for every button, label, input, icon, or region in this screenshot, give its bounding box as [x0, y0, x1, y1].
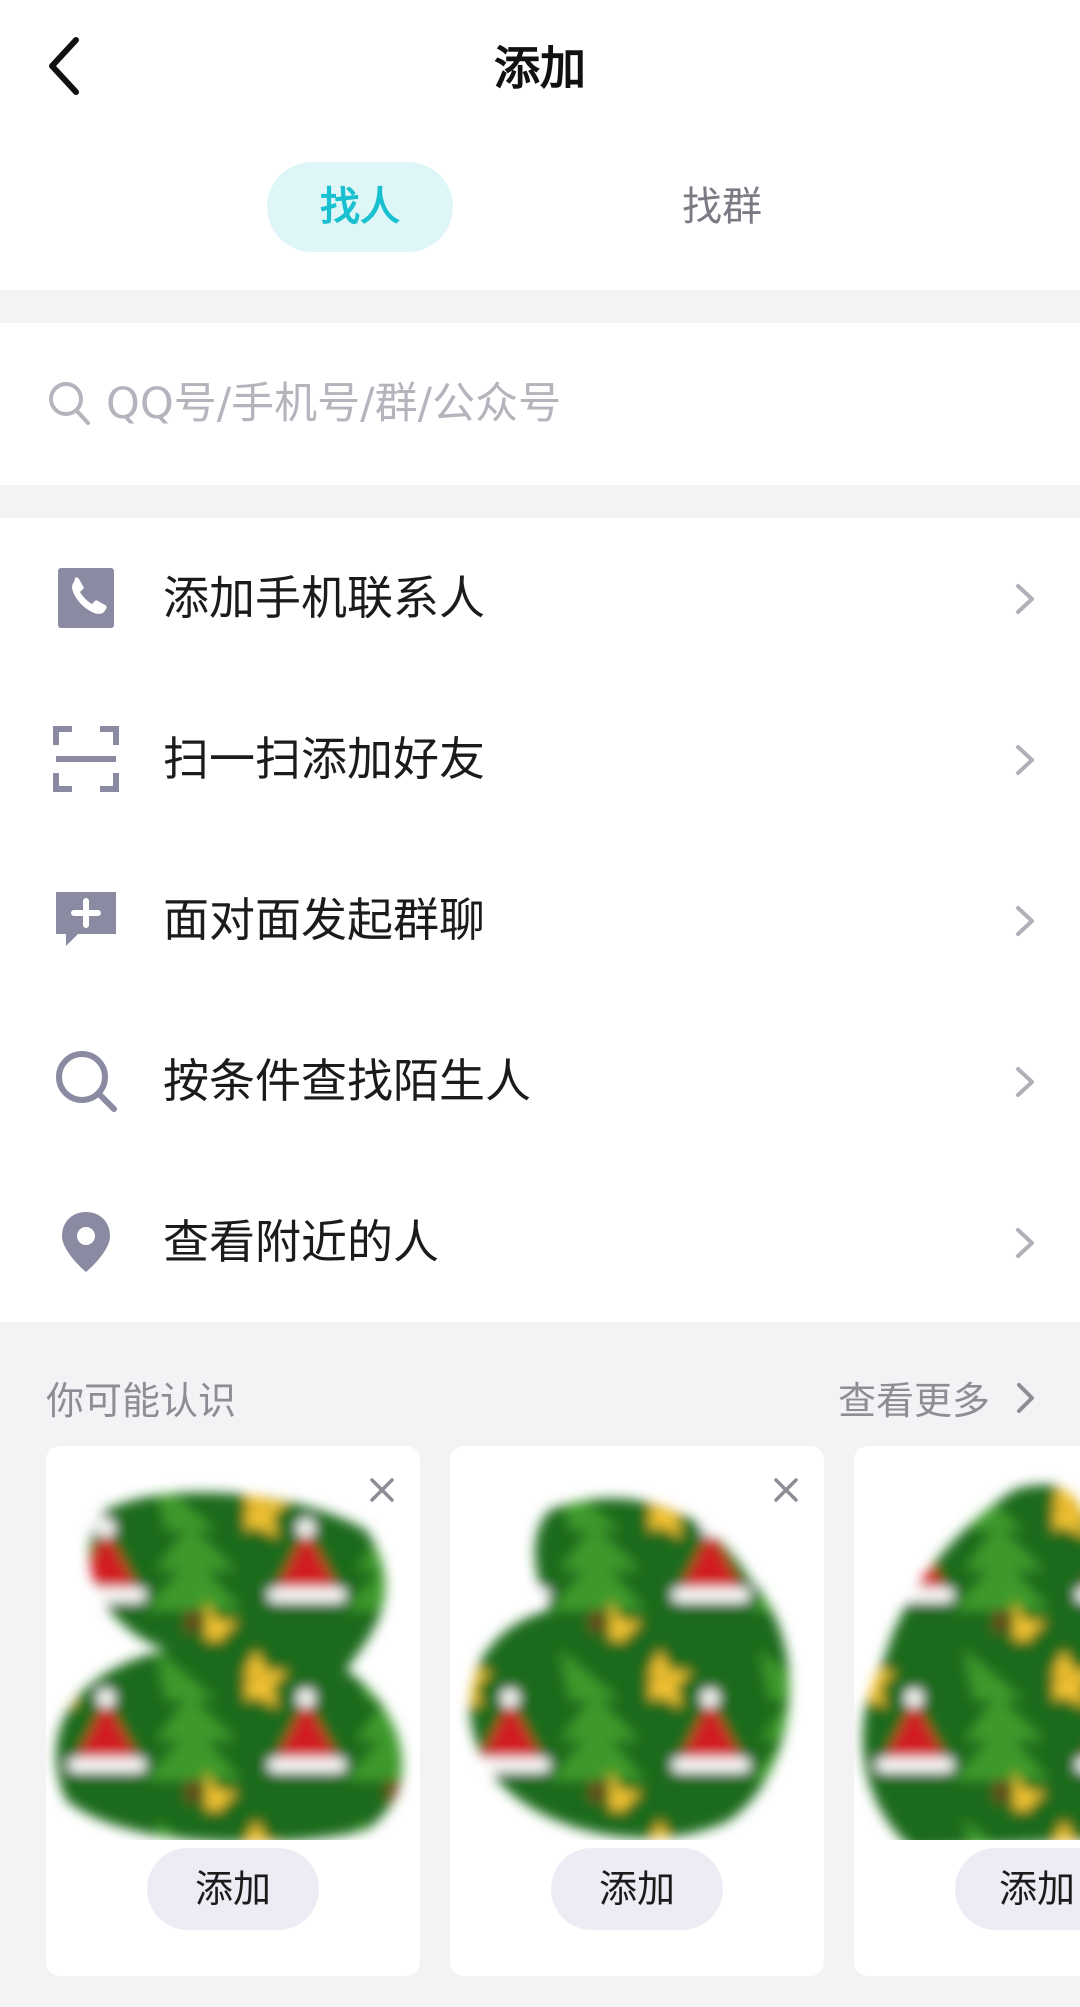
- menu-item-scan-add-friend[interactable]: 扫一扫添加好友: [0, 679, 1080, 840]
- location-pin-icon: [62, 1212, 110, 1272]
- chevron-right-icon: [1016, 745, 1034, 775]
- recommend-card: 添加: [854, 1446, 1080, 1976]
- section-divider: [0, 290, 1080, 323]
- menu-item-label: 查看附近的人: [163, 1215, 439, 1269]
- see-more-link[interactable]: 查看更多: [838, 1370, 990, 1425]
- recommend-card: 添加: [450, 1446, 824, 1976]
- menu-item-label: 添加手机联系人: [163, 571, 485, 625]
- phone-icon: [58, 568, 114, 628]
- search-icon: [49, 382, 90, 425]
- add-button[interactable]: 添加: [147, 1848, 319, 1930]
- menu-item-nearby-people[interactable]: 查看附近的人: [0, 1162, 1080, 1323]
- avatar[interactable]: [854, 1470, 1080, 1840]
- chevron-right-icon: [1016, 1228, 1034, 1258]
- tab-find-person[interactable]: 找人: [267, 162, 453, 252]
- avatar[interactable]: [46, 1470, 420, 1840]
- menu-item-label: 面对面发起群聊: [163, 893, 485, 947]
- tab-find-group[interactable]: 找群: [627, 162, 817, 252]
- scan-icon: [53, 726, 119, 792]
- recommend-title: 你可能认识: [46, 1379, 237, 1423]
- chevron-right-icon: [1016, 906, 1034, 936]
- chevron-right-icon: [1016, 1067, 1034, 1097]
- search-placeholder: QQ号/手机号/群/公众号: [106, 379, 562, 429]
- menu-item-face-to-face-group[interactable]: 面对面发起群聊: [0, 840, 1080, 1001]
- menu-item-add-phone-contacts[interactable]: 添加手机联系人: [0, 518, 1080, 679]
- page-title: 添加: [494, 41, 586, 95]
- chevron-right-icon[interactable]: [1010, 1380, 1040, 1416]
- section-divider: [0, 485, 1080, 518]
- menu-item-find-strangers[interactable]: 按条件查找陌生人: [0, 1001, 1080, 1162]
- recommend-card: 添加: [46, 1446, 420, 1976]
- add-button[interactable]: 添加: [551, 1848, 723, 1930]
- search-icon: [56, 1051, 117, 1112]
- chat-plus-icon: [56, 892, 116, 946]
- menu-item-label: 按条件查找陌生人: [163, 1054, 531, 1108]
- chevron-right-icon: [1016, 584, 1034, 614]
- add-button[interactable]: 添加: [955, 1848, 1080, 1930]
- avatar[interactable]: [450, 1470, 824, 1840]
- menu-item-label: 扫一扫添加好友: [163, 732, 485, 786]
- search-input[interactable]: QQ号/手机号/群/公众号: [0, 323, 1080, 485]
